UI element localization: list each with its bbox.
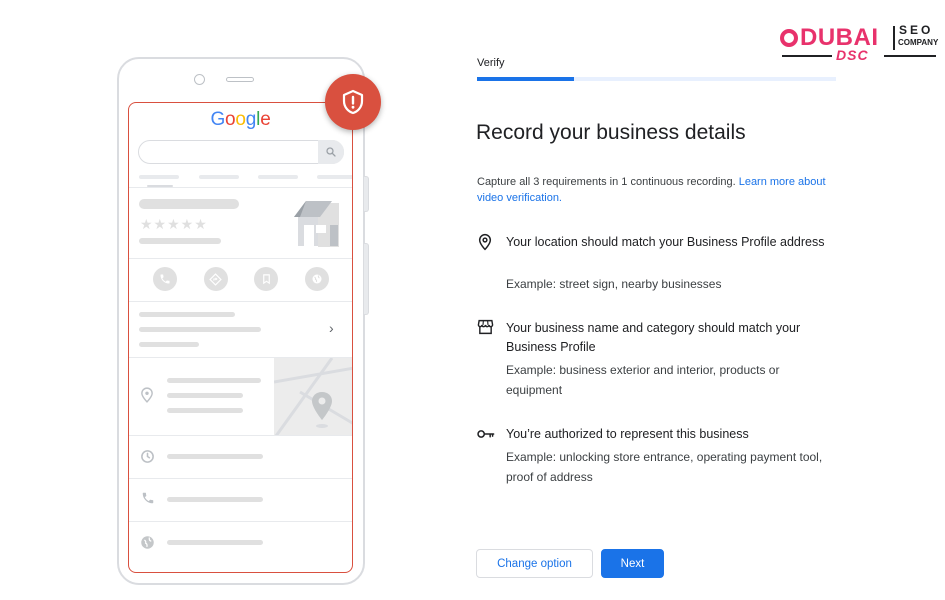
divider [129,258,352,259]
phone-side-button [364,176,369,212]
divider [129,435,352,436]
phone-icon [141,491,155,510]
page-subtitle: Capture all 3 requirements in 1 continuo… [477,176,826,204]
brand-separator [893,26,895,50]
rating-stars: ★★★★★ [140,216,208,232]
brand-seo: SEO [899,23,934,37]
placeholder-bar [199,175,239,179]
globe-icon [140,535,155,555]
shield-alert-icon [325,74,381,130]
phone-screen: Google ★★★★★ › [128,102,353,573]
divider [129,478,352,479]
mock-search-bar [138,140,344,164]
brand-company: COMPANY [898,38,939,47]
next-button[interactable]: Next [601,549,664,578]
placeholder-bar [139,327,261,332]
placeholder-bar [167,540,263,545]
placeholder-bar [139,199,239,209]
placeholder-bar [139,175,179,179]
requirement-example: Example: business exterior and interior,… [506,363,780,397]
mock-action-row [153,267,329,291]
brand-underline [782,55,832,57]
progress-fill [477,77,574,81]
phone-camera [194,74,205,85]
clock-icon [140,449,155,469]
placeholder-bar [167,378,261,383]
placeholder-bar [139,238,221,244]
placeholder-bar [167,454,263,459]
bookmark-icon [254,267,279,291]
location-pin-icon [140,387,154,408]
brand-underline [884,55,936,57]
search-icon [318,140,344,164]
divider [129,521,352,522]
google-logo: Google [210,109,271,130]
globe-icon [304,267,329,291]
placeholder-bar [167,497,263,502]
brand-dsc: DSC [836,47,869,63]
phone-side-button [364,243,369,315]
requirement-title: Your business name and category should m… [506,321,801,354]
requirement-title: You’re authorized to represent this busi… [506,427,749,441]
placeholder-bar [317,175,352,179]
phone-speaker [226,77,254,82]
location-pin-icon [477,233,495,251]
change-option-button[interactable]: Change option [476,549,593,578]
requirement-example: Example: unlocking store entrance, opera… [506,450,823,484]
placeholder-bar [167,393,243,398]
placeholder-bar [258,175,298,179]
placeholder-bar [167,408,243,413]
placeholder-bar [139,342,199,347]
requirement-title: Your location should match your Business… [506,235,825,249]
key-icon [477,427,495,445]
divider [129,187,352,188]
chevron-right-icon: › [329,320,334,336]
requirement-example: Example: street sign, nearby businesses [506,277,722,291]
storefront-icon [292,199,342,252]
progress-bar [477,77,836,81]
step-label: Verify [477,57,505,69]
directions-icon [203,267,228,291]
storefront-icon [477,319,495,337]
placeholder-bar [139,312,235,317]
page-title: Record your business details [476,121,746,144]
brand-logo: DUBAI SEO COMPANY DSC [780,20,940,64]
brand-ring-icon [780,29,798,47]
divider [129,301,352,302]
map-thumbnail [274,358,352,436]
phone-icon [153,267,177,291]
